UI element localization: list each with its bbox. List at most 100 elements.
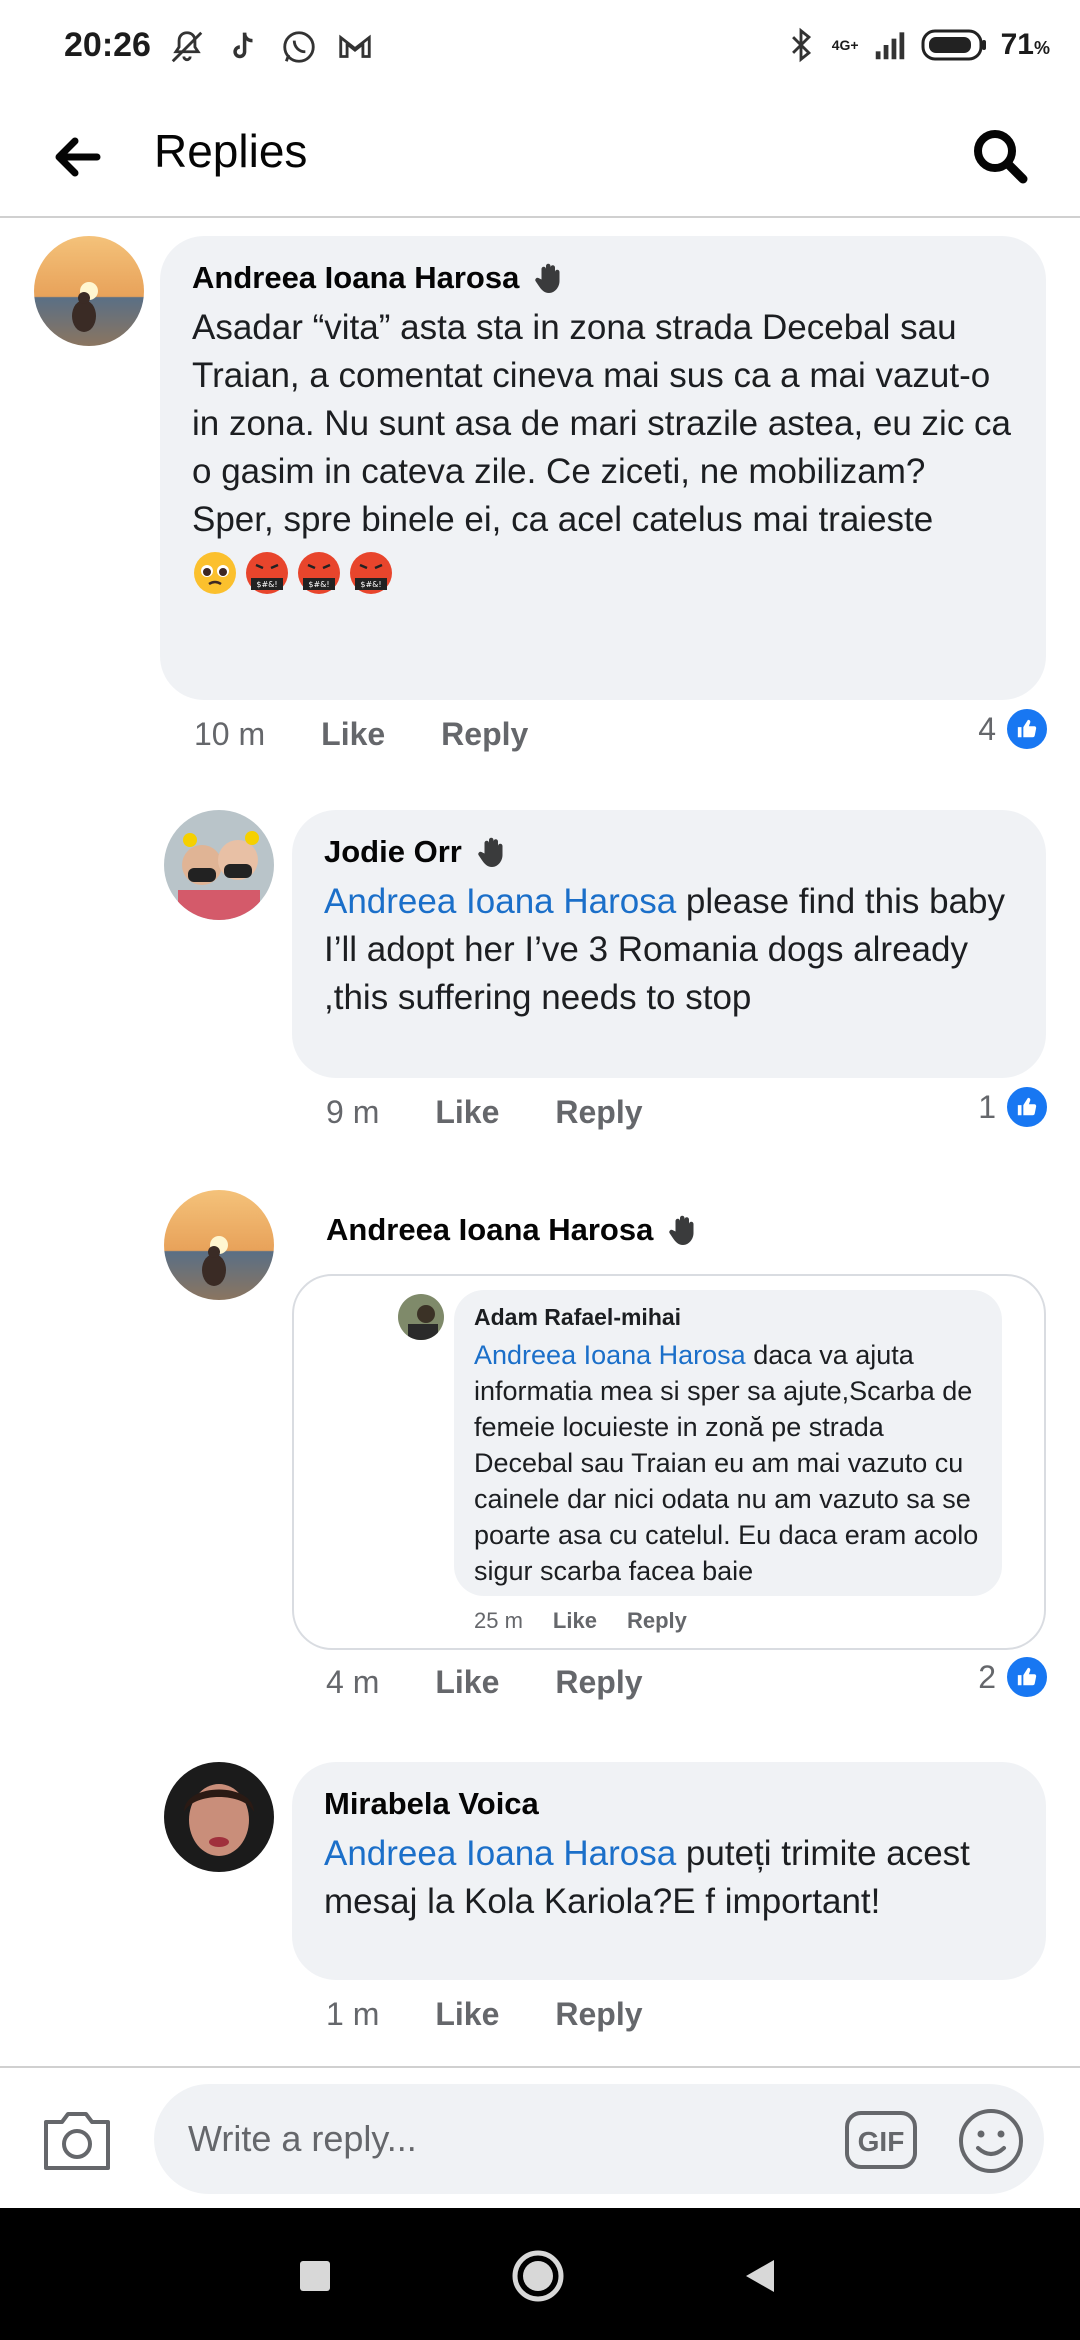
- mention-link[interactable]: Andreea Ioana Harosa: [324, 1834, 676, 1873]
- svg-text:$#&!: $#&!: [256, 580, 277, 589]
- smiley-icon: [959, 2109, 1023, 2173]
- comment-text: Asadar “vita” asta sta in zona strada De…: [192, 308, 1012, 539]
- reply-button[interactable]: Reply: [555, 1094, 642, 1131]
- comment-meta: 1 m Like Reply: [326, 1996, 643, 2033]
- camera-icon: [44, 2112, 110, 2170]
- mention-link[interactable]: Andreea Ioana Harosa: [324, 882, 676, 921]
- comment-time: 4 m: [326, 1664, 380, 1700]
- reply-composer: GIF: [0, 2066, 1080, 2208]
- camera-button[interactable]: [40, 2108, 114, 2182]
- embedded-bubble: Adam Rafael-mihai Andreea Ioana Harosa d…: [454, 1290, 1002, 1596]
- embedded-screenshot[interactable]: Adam Rafael-mihai Andreea Ioana Harosa d…: [292, 1274, 1046, 1650]
- svg-text:$#&!: $#&!: [360, 580, 381, 589]
- embedded-avatar: [398, 1294, 444, 1340]
- bluetooth-icon: [791, 27, 811, 63]
- like-reaction-icon: [1004, 1654, 1050, 1700]
- comment-bubble: Mirabela Voica Andreea Ioana Harosa pute…: [292, 1762, 1046, 1980]
- home-button[interactable]: [508, 2246, 568, 2306]
- avatar[interactable]: [164, 810, 274, 920]
- embedded-reply: Reply: [626, 1608, 687, 1633]
- emoji-row: $#&! $#&! $#&!: [192, 550, 1014, 596]
- comment-bubble: Andreea Ioana Harosa Asadar “vita” asta …: [160, 236, 1046, 700]
- mute-bell-icon: [171, 31, 203, 63]
- comment-text: Andreea Ioana Harosa puteți trimite aces…: [324, 1834, 980, 1921]
- battery-icon: [921, 29, 986, 61]
- gif-button[interactable]: GIF: [844, 2108, 918, 2172]
- back-triangle-icon: [746, 2260, 774, 2292]
- app-header: Replies: [0, 96, 1080, 218]
- selfie-photo-avatar: [164, 810, 274, 920]
- beach-photo-avatar: [164, 1190, 274, 1300]
- status-bar: 20:26 4G+ 71%: [0, 0, 1080, 96]
- search-icon: [974, 130, 1028, 184]
- comment-author[interactable]: Andreea Ioana Harosa: [326, 1212, 653, 1248]
- embedded-like: Like: [552, 1608, 597, 1633]
- square-icon: [300, 2261, 330, 2291]
- cursing-face-icon: $#&!: [350, 552, 392, 594]
- top-fan-badge-icon: [478, 837, 503, 867]
- reaction-count: 2: [978, 1658, 996, 1695]
- comment-time: 9 m: [326, 1094, 380, 1130]
- back-button[interactable]: [44, 124, 110, 190]
- comment-meta: 10 m Like Reply: [194, 716, 528, 753]
- embedded-time: 25 m: [474, 1608, 523, 1633]
- pleading-face-icon: [194, 552, 236, 594]
- gmail-icon: [339, 34, 371, 58]
- svg-text:$#&!: $#&!: [308, 580, 329, 589]
- recents-button[interactable]: [285, 2246, 345, 2306]
- comment-bubble: Jodie Orr Andreea Ioana Harosa please fi…: [292, 810, 1046, 1078]
- like-button[interactable]: Like: [435, 1996, 499, 2033]
- profile-photo-avatar: [398, 1294, 444, 1340]
- reply-button[interactable]: Reply: [555, 1996, 642, 2033]
- gif-icon: GIF: [845, 2111, 917, 2169]
- embedded-text: Andreea Ioana Harosa daca va ajuta infor…: [474, 1340, 979, 1586]
- embedded-author: Adam Rafael-mihai: [474, 1304, 682, 1330]
- like-button[interactable]: Like: [435, 1664, 499, 1701]
- comment-time: 1 m: [326, 1996, 380, 2032]
- like-reaction-icon: [1004, 706, 1050, 752]
- beach-photo-avatar: [34, 236, 144, 346]
- avatar[interactable]: [164, 1190, 274, 1300]
- home-circle-icon: [512, 2250, 564, 2302]
- embedded-meta: 25 m Like Reply: [474, 1608, 687, 1634]
- like-button[interactable]: Like: [321, 716, 385, 753]
- top-fan-badge-icon: [535, 263, 560, 293]
- comment-time: 10 m: [194, 716, 266, 752]
- notification-icons: [168, 28, 374, 66]
- search-button[interactable]: [962, 118, 1038, 194]
- battery-percent: 71%: [1000, 28, 1050, 61]
- reaction-summary[interactable]: 2: [978, 1654, 1050, 1700]
- like-button[interactable]: Like: [435, 1094, 499, 1131]
- back-nav-button[interactable]: [730, 2246, 790, 2306]
- comment-meta: 9 m Like Reply: [326, 1094, 643, 1131]
- reply-button[interactable]: Reply: [441, 716, 528, 753]
- top-fan-badge-icon: [669, 1215, 694, 1245]
- tiktok-icon: [233, 32, 253, 59]
- reaction-count: 4: [978, 710, 996, 747]
- embedded-mention: Andreea Ioana Harosa: [474, 1340, 746, 1370]
- cursing-face-icon: $#&!: [246, 552, 288, 594]
- whatsapp-icon: [283, 31, 315, 63]
- comment-meta: 4 m Like Reply: [326, 1664, 643, 1701]
- reaction-summary[interactable]: 1: [978, 1084, 1050, 1130]
- system-nav-bar: [0, 2208, 1080, 2340]
- comment-author[interactable]: Jodie Orr: [324, 834, 462, 870]
- comment-author[interactable]: Mirabela Voica: [324, 1786, 539, 1822]
- back-arrow-icon: [55, 137, 101, 177]
- svg-text:GIF: GIF: [858, 2126, 905, 2157]
- status-time: 20:26: [64, 26, 151, 64]
- comment-author[interactable]: Andreea Ioana Harosa: [192, 260, 519, 296]
- reaction-summary[interactable]: 4: [978, 706, 1050, 752]
- portrait-photo-avatar: [164, 1762, 274, 1872]
- network-type: 4G+: [831, 37, 859, 53]
- comment-text: Andreea Ioana Harosa please find this ba…: [324, 882, 1015, 1017]
- avatar[interactable]: [34, 236, 144, 346]
- system-icons: 4G+ 71%: [782, 26, 1050, 64]
- avatar[interactable]: [164, 1762, 274, 1872]
- page-title: Replies: [154, 125, 308, 177]
- reply-button[interactable]: Reply: [555, 1664, 642, 1701]
- like-reaction-icon: [1004, 1084, 1050, 1130]
- cursing-face-icon: $#&!: [298, 552, 340, 594]
- emoji-button[interactable]: [956, 2106, 1026, 2176]
- signal-icon: [875, 32, 904, 60]
